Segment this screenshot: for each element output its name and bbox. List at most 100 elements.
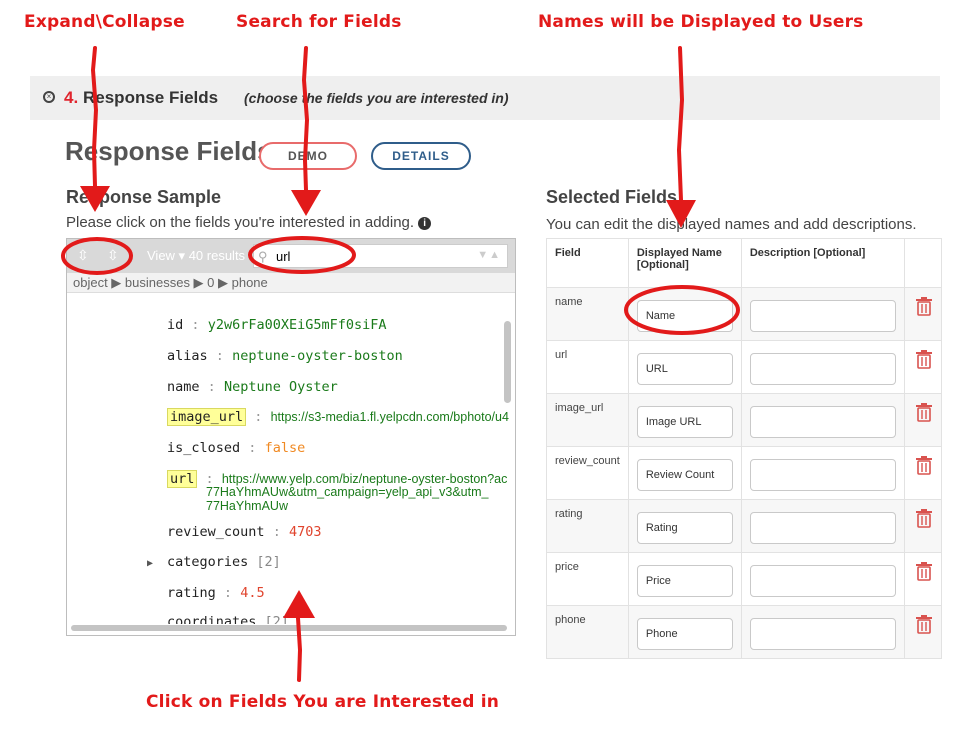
display-name-cell (627, 393, 742, 447)
json-key[interactable]: categories (167, 554, 248, 570)
delete-cell (903, 605, 942, 659)
description-input[interactable] (749, 512, 896, 544)
description-cell (740, 552, 905, 606)
trash-icon[interactable] (915, 402, 933, 422)
delete-cell (903, 499, 942, 553)
collapse-all-icon[interactable]: ⇳ (107, 247, 119, 264)
trash-icon[interactable] (915, 349, 933, 369)
field-name: price (555, 561, 579, 573)
section-title: Response Fields (83, 88, 219, 107)
expand-caret-icon[interactable]: ▶ (147, 558, 153, 569)
collapse-section-icon[interactable]: × (43, 91, 55, 103)
vertical-scrollbar[interactable] (504, 321, 511, 403)
display-name-cell (627, 446, 742, 500)
json-value-cont: 77HaYhmAUw&utm_campaign=yelp_api_v3&utm_ (206, 485, 489, 499)
json-row-is-closed[interactable]: is_closed : false (167, 440, 305, 456)
trash-icon[interactable] (915, 561, 933, 581)
json-colon: : (215, 348, 224, 364)
field-search-input[interactable] (276, 247, 456, 265)
display-name-input[interactable] (636, 300, 733, 332)
description-input[interactable] (749, 565, 896, 597)
json-colon: : (248, 440, 257, 456)
page-title: Response Fields (65, 136, 272, 166)
json-key[interactable]: name (167, 379, 200, 395)
trash-icon[interactable] (915, 296, 933, 316)
response-sample-heading: Response Sample (66, 187, 222, 207)
description-cell (740, 446, 905, 500)
json-value: false (264, 440, 306, 456)
json-key[interactable]: id (167, 317, 183, 333)
field-name-cell: rating (546, 499, 629, 553)
search-nav-arrows-icon[interactable]: ▼▲ (477, 249, 501, 261)
section-subtitle: (choose the fields you are interested in… (244, 90, 509, 106)
display-name-input[interactable] (636, 512, 733, 544)
json-key[interactable]: is_closed (167, 440, 240, 456)
display-name-input[interactable] (636, 459, 733, 491)
json-count: [2] (256, 554, 281, 570)
json-value-cont: 77HaYhmAUw (206, 499, 288, 513)
expand-all-icon[interactable]: ⇳ (77, 247, 89, 264)
json-row-image-url[interactable]: image_url : https://s3-media1.fl.yelpcdn… (167, 408, 509, 426)
display-name-input[interactable] (636, 353, 733, 385)
json-viewer[interactable]: ⇳ ⇳ View ▾ 40 results ⚲ ▼▲ object ▶ busi… (66, 238, 516, 636)
display-name-input[interactable] (636, 618, 733, 650)
description-input[interactable] (749, 406, 896, 438)
json-value: 4703 (288, 524, 322, 540)
json-key-highlighted[interactable]: url (167, 470, 198, 488)
description-input[interactable] (749, 618, 896, 650)
col-field: Field (546, 238, 629, 288)
section-header[interactable]: × 4. Response Fields (choose the fields … (30, 76, 940, 120)
col-displayed-name-optional: [Optional] (636, 259, 689, 271)
details-button[interactable]: DETAILS (371, 142, 471, 170)
description-input[interactable] (749, 300, 896, 332)
json-row-rating[interactable]: rating : 4.5 (167, 585, 265, 601)
json-tree: id : y2w6rFa00XEiG5mFf0siFA alias : nept… (67, 294, 515, 624)
field-search-box[interactable]: ⚲ ▼▲ (253, 244, 508, 268)
selected-fields-heading: Selected Fields (546, 187, 678, 207)
json-row-name[interactable]: name : Neptune Oyster (167, 379, 338, 395)
field-name-cell: name (546, 287, 629, 341)
description-cell (740, 340, 905, 394)
description-input[interactable] (749, 353, 896, 385)
json-row-review-count[interactable]: review_count : 4703 (167, 524, 321, 540)
response-sample-hint: Please click on the fields you're intere… (66, 214, 432, 231)
json-value: neptune-oyster-boston (232, 348, 403, 364)
json-row-categories[interactable]: categories [2] (167, 554, 281, 570)
arrow-names-shaft (676, 46, 685, 202)
viewer-toolbar: ⇳ ⇳ View ▾ 40 results ⚲ ▼▲ (67, 239, 515, 273)
horizontal-scrollbar[interactable] (71, 625, 507, 631)
json-key[interactable]: review_count (167, 524, 265, 540)
field-name: name (555, 296, 583, 308)
json-key[interactable]: rating (167, 585, 216, 601)
trash-icon[interactable] (915, 508, 933, 528)
field-name: url (555, 349, 568, 361)
json-key[interactable]: coordinates (167, 614, 256, 624)
field-name-cell: review_count (546, 446, 629, 500)
description-input[interactable] (749, 459, 896, 491)
breadcrumb[interactable]: object ▶ businesses ▶ 0 ▶ phone (67, 273, 515, 293)
section-number: 4. (64, 88, 79, 107)
col-actions (903, 238, 942, 288)
trash-icon[interactable] (915, 614, 933, 634)
json-value: https://s3-media1.fl.yelpcdn.com/bphoto/… (270, 410, 509, 424)
json-key[interactable]: alias (167, 348, 208, 364)
display-name-input[interactable] (636, 565, 733, 597)
field-name-cell: image_url (546, 393, 629, 447)
delete-cell (903, 552, 942, 606)
json-key-highlighted[interactable]: image_url (167, 408, 247, 426)
display-name-input[interactable] (636, 406, 733, 438)
json-row-coordinates[interactable]: coordinates [2] (167, 614, 289, 624)
demo-button[interactable]: DEMO (259, 142, 357, 170)
arrow-search-head (291, 190, 321, 216)
response-sample-hint-text: Please click on the fields you're intere… (66, 214, 415, 231)
display-name-cell (627, 499, 742, 553)
json-row-id[interactable]: id : y2w6rFa00XEiG5mFf0siFA (167, 317, 387, 333)
trash-icon[interactable] (915, 455, 933, 475)
info-icon[interactable]: i (418, 217, 432, 230)
display-name-cell (627, 287, 742, 341)
view-results-dropdown[interactable]: View ▾ 40 results (147, 248, 245, 264)
delete-cell (903, 446, 942, 500)
json-row-alias[interactable]: alias : neptune-oyster-boston (167, 348, 403, 364)
json-colon: : (191, 317, 200, 333)
selected-field-row: rating (546, 499, 942, 553)
